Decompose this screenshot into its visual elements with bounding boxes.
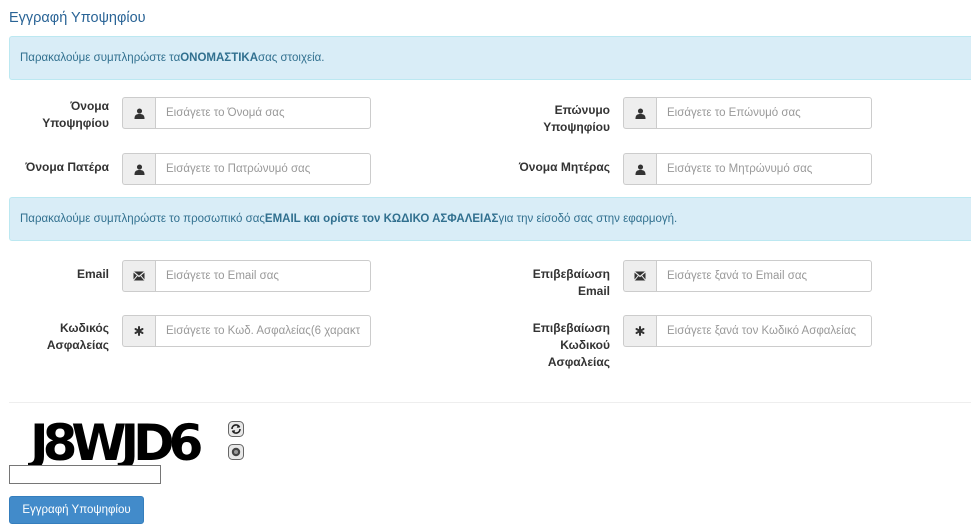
captcha-image: J8WJD6	[28, 418, 208, 466]
email-input[interactable]	[155, 260, 371, 292]
alert-text: σας στοιχεία.	[258, 52, 325, 64]
audio-icon[interactable]	[228, 444, 244, 460]
envelope-icon	[122, 260, 155, 292]
label-line: Επώνυμο	[554, 103, 610, 117]
email-confirm-group	[623, 260, 872, 292]
mother-name-input[interactable]	[656, 153, 872, 185]
label-line: Υποψηφίου	[42, 116, 109, 130]
info-alert-credentials: Παρακαλούμε συμπληρώστε το προσωπικό σας…	[9, 197, 971, 241]
first-name-label: Όνομα Υποψηφίου	[42, 98, 109, 132]
label-line: Email	[577, 284, 610, 298]
last-name-label: Επώνυμο Υποψηφίου	[543, 102, 610, 136]
register-button[interactable]: Εγγραφή Υποψηφίου	[9, 496, 144, 524]
refresh-icon[interactable]	[228, 421, 244, 437]
father-name-group	[122, 153, 371, 185]
label-line: Όνομα Μητέρας	[518, 160, 610, 174]
password-input[interactable]	[155, 315, 371, 347]
password-group	[122, 315, 371, 347]
last-name-input[interactable]	[656, 97, 872, 129]
label-line: Ασφαλείας	[46, 338, 109, 352]
alert-text: Παρακαλούμε συμπληρώστε τα	[20, 52, 181, 64]
label-line: Όνομα	[70, 99, 109, 113]
label-line: Email	[76, 267, 109, 281]
last-name-group	[623, 97, 872, 129]
father-name-input[interactable]	[155, 153, 371, 185]
user-icon	[623, 153, 656, 185]
label-line: Όνομα Πατέρα	[25, 160, 109, 174]
divider	[9, 402, 971, 403]
email-confirm-label: Επιβεβαίωση Email	[533, 266, 610, 300]
password-label: Κωδικός Ασφαλείας	[47, 320, 109, 354]
first-name-input[interactable]	[155, 97, 371, 129]
captcha-input[interactable]	[9, 465, 161, 484]
alert-text: για την είσοδό σας στην εφαρμογή.	[498, 213, 678, 225]
email-group	[122, 260, 371, 292]
asterisk-icon	[623, 315, 656, 347]
father-name-label: Όνομα Πατέρα	[25, 159, 109, 176]
password-confirm-group	[623, 315, 872, 347]
first-name-group	[122, 97, 371, 129]
mother-name-group	[623, 153, 872, 185]
page-title: Εγγραφή Υποψηφίου	[9, 10, 146, 26]
email-label: Email	[77, 266, 109, 283]
label-line: Υποψηφίου	[543, 120, 610, 134]
label-line: Κωδικός	[59, 321, 109, 335]
password-confirm-input[interactable]	[656, 315, 872, 347]
email-confirm-input[interactable]	[656, 260, 872, 292]
alert-bold-text: ΟΝΟΜΑΣΤΙΚΑ	[180, 52, 259, 64]
label-line: Επιβεβαίωση	[532, 267, 610, 281]
info-alert-names: Παρακαλούμε συμπληρώστε τα ΟΝΟΜΑΣΤΙΚΑ σα…	[9, 36, 971, 80]
alert-text: Παρακαλούμε συμπληρώστε το προσωπικό σας	[20, 213, 265, 225]
envelope-icon	[623, 260, 656, 292]
user-icon	[122, 153, 155, 185]
mother-name-label: Όνομα Μητέρας	[519, 159, 610, 176]
label-line: Ασφαλείας	[547, 355, 610, 369]
user-icon	[122, 97, 155, 129]
user-icon	[623, 97, 656, 129]
asterisk-icon	[122, 315, 155, 347]
alert-bold-text: EMAIL και ορίστε τον ΚΩΔΙΚΟ ΑΣΦΑΛΕΙΑΣ	[264, 213, 499, 225]
password-confirm-label: Επιβεβαίωση Κωδικού Ασφαλείας	[533, 320, 610, 371]
label-line: Επιβεβαίωση	[532, 321, 610, 335]
captcha-text: J8WJD6	[28, 418, 202, 466]
label-line: Κωδικού	[560, 338, 610, 352]
